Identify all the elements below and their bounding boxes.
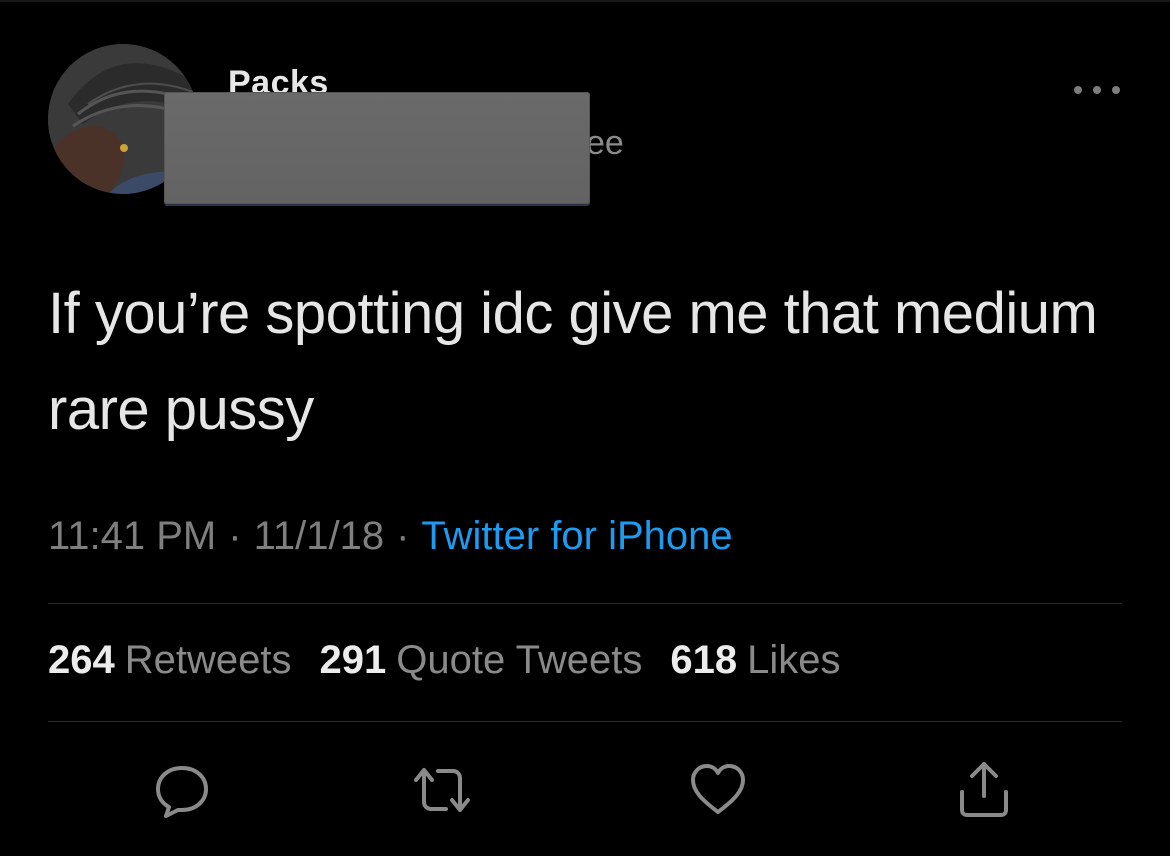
handle-text: ee bbox=[586, 124, 624, 162]
retweet-button[interactable] bbox=[412, 760, 472, 820]
heart-icon bbox=[691, 764, 745, 814]
like-button[interactable] bbox=[688, 760, 748, 820]
share-button[interactable] bbox=[954, 760, 1014, 820]
likes-count: 618 bbox=[670, 638, 738, 682]
dot bbox=[1093, 86, 1101, 94]
redaction-box bbox=[164, 92, 590, 204]
reply-button[interactable] bbox=[152, 760, 212, 820]
likes-stat[interactable]: 618 Likes bbox=[670, 638, 840, 683]
quote-tweets-stat[interactable]: 291 Quote Tweets bbox=[320, 638, 643, 683]
action-bar bbox=[0, 760, 1170, 824]
tweet-meta: 11:41 PM · 11/1/18 · Twitter for iPhone bbox=[48, 514, 733, 559]
retweets-stat[interactable]: 264 Retweets bbox=[48, 638, 292, 683]
retweets-label: Retweets bbox=[124, 638, 292, 682]
tweet-source-link[interactable]: Twitter for iPhone bbox=[421, 514, 732, 558]
quote-tweets-count: 291 bbox=[319, 638, 387, 682]
dot bbox=[1074, 86, 1082, 94]
tweet-date: 11/1/18 bbox=[253, 514, 385, 558]
tweet-time: 11:41 PM bbox=[48, 514, 217, 558]
divider bbox=[48, 721, 1122, 722]
meta-separator: · bbox=[396, 514, 410, 558]
divider bbox=[48, 603, 1122, 604]
retweets-count: 264 bbox=[48, 638, 115, 682]
tweet-text: If you’re spotting idc give me that medi… bbox=[48, 281, 1098, 442]
retweet-icon bbox=[414, 768, 470, 812]
tweet-detail: Packs ee If you’re spotting idc give me … bbox=[0, 0, 1170, 856]
quote-tweets-label: Quote Tweets bbox=[396, 638, 643, 682]
share-icon bbox=[960, 762, 1008, 817]
reply-icon bbox=[156, 766, 208, 818]
more-horizontal-icon[interactable] bbox=[1074, 80, 1120, 100]
meta-separator: · bbox=[228, 514, 242, 558]
likes-label: Likes bbox=[747, 638, 841, 682]
tweet-stats: 264 Retweets 291 Quote Tweets 618 Likes bbox=[48, 638, 840, 683]
dot bbox=[1112, 86, 1120, 94]
